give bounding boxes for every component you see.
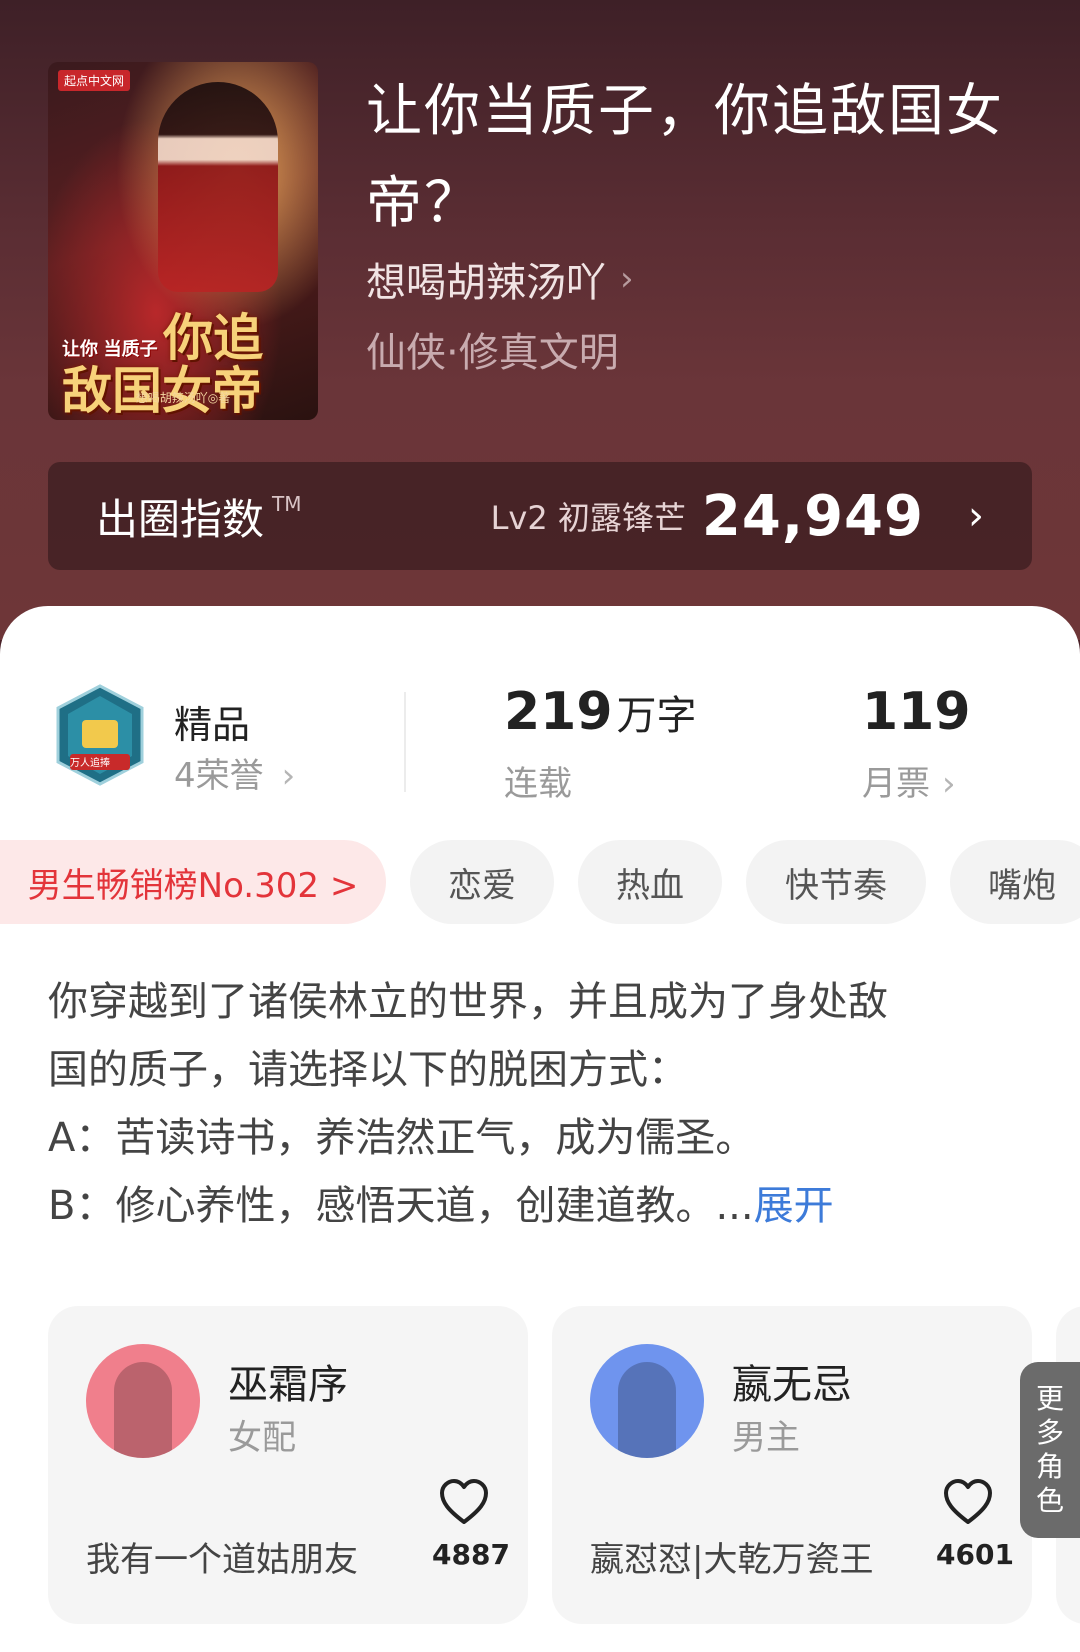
tag-item[interactable]: 热血 bbox=[578, 840, 722, 924]
honor-count: 4荣誉 bbox=[174, 756, 264, 796]
word-count-unit: 万字 bbox=[616, 693, 697, 739]
heart-icon[interactable] bbox=[438, 1478, 490, 1526]
index-label: 出圈指数 bbox=[96, 494, 265, 544]
stats-divider bbox=[404, 692, 406, 792]
chevron-right-icon: › bbox=[942, 764, 956, 804]
tag-row: 男生畅销榜No.302 > 恋爱 热血 快节奏 嘴炮 bbox=[0, 840, 1080, 924]
character-tagline: 我有一个道姑朋友 bbox=[86, 1540, 358, 1580]
author-name: 想喝胡辣汤吖 bbox=[366, 260, 606, 306]
honor-link[interactable]: 4荣誉 › bbox=[174, 748, 295, 797]
synopsis-line: B：修心养性，感悟天道，创建道教。...展开 bbox=[48, 1183, 834, 1229]
character-name: 巫霜序 bbox=[228, 1362, 348, 1408]
book-genre: 仙侠·修真文明 bbox=[366, 330, 619, 376]
honor-badge-icon[interactable] bbox=[52, 684, 148, 788]
book-detail-sheet: 万人追捧 精品 4荣誉 › 219 万字 连载 119 月票 › 男生畅销榜No.30… bbox=[0, 606, 1080, 1652]
stats-row: 万人追捧 精品 4荣誉 › 219 万字 连载 119 月票 › bbox=[0, 652, 1080, 805]
character-role: 女配 bbox=[228, 1418, 296, 1458]
book-header: 起点中文网 让你 当质子 你追 敌国女帝 想喝胡辣汤吖◎著 让你当质子，你追敌国… bbox=[0, 0, 1080, 640]
heart-icon[interactable] bbox=[942, 1478, 994, 1526]
trademark-mark: TM bbox=[272, 492, 302, 516]
character-name: 嬴无忌 bbox=[732, 1362, 852, 1408]
character-role: 男主 bbox=[732, 1418, 800, 1458]
synopsis-line: A：苦读诗书，养浩然正气，成为儒圣。 bbox=[48, 1115, 756, 1161]
character-avatar bbox=[590, 1344, 704, 1458]
character-avatar bbox=[86, 1344, 200, 1458]
author-link[interactable]: 想喝胡辣汤吖 › bbox=[366, 250, 634, 308]
character-card[interactable]: 嬴无忌 男主 嬴怼怼|大乾万瓷王 4601 bbox=[552, 1306, 1032, 1624]
chevron-right-icon: › bbox=[620, 259, 634, 299]
character-tagline: 嬴怼怼|大乾万瓷王 bbox=[590, 1540, 874, 1580]
like-count: 4601 bbox=[936, 1538, 1014, 1571]
index-score: 24,949 bbox=[701, 483, 924, 549]
cover-author-art: 想喝胡辣汤吖◎著 bbox=[135, 391, 231, 405]
tag-item[interactable]: 嘴炮 bbox=[950, 840, 1080, 924]
book-cover-image[interactable]: 起点中文网 让你 当质子 你追 敌国女帝 想喝胡辣汤吖◎著 bbox=[48, 62, 318, 420]
expand-link[interactable]: 展开 bbox=[754, 1183, 834, 1229]
book-title: 让你当质子，你追敌国女帝？ bbox=[366, 79, 1004, 236]
synopsis: 你穿越到了诸侯林立的世界，并且成为了身处敌 国的质子，请选择以下的脱困方式： A… bbox=[48, 968, 1008, 1240]
synopsis-line: 你穿越到了诸侯林立的世界，并且成为了身处敌 bbox=[48, 979, 888, 1025]
tag-item[interactable]: 恋爱 bbox=[410, 840, 554, 924]
honor-icon-label: 万人追捧 bbox=[70, 758, 110, 769]
character-card[interactable]: 巫霜序 女配 我有一个道姑朋友 4887 bbox=[48, 1306, 528, 1624]
popularity-index-bar[interactable]: 出圈指数 TM Lv2 初露锋芒 24,949 › bbox=[48, 462, 1032, 570]
cover-figure bbox=[158, 82, 278, 292]
monthly-votes-label: 月票 bbox=[862, 764, 930, 804]
synopsis-line: 国的质子，请选择以下的脱困方式： bbox=[48, 1047, 688, 1093]
monthly-votes-count: 119 bbox=[862, 682, 971, 742]
index-level: Lv2 初露锋芒 bbox=[490, 499, 686, 537]
chevron-right-icon: › bbox=[281, 756, 296, 796]
publisher-badge: 起点中文网 bbox=[58, 70, 131, 91]
monthly-votes-link[interactable]: 月票 › bbox=[862, 756, 956, 805]
word-count: 219 万字 bbox=[504, 682, 697, 742]
more-characters-button[interactable]: 更多角色 bbox=[1020, 1362, 1080, 1538]
tag-item[interactable]: 快节奏 bbox=[746, 840, 926, 924]
chevron-right-icon: › bbox=[968, 493, 984, 539]
bestseller-rank-tag[interactable]: 男生畅销榜No.302 > bbox=[0, 840, 386, 924]
like-count: 4887 bbox=[432, 1538, 510, 1571]
honor-title: 精品 bbox=[174, 703, 251, 747]
serial-status: 连载 bbox=[504, 764, 572, 804]
